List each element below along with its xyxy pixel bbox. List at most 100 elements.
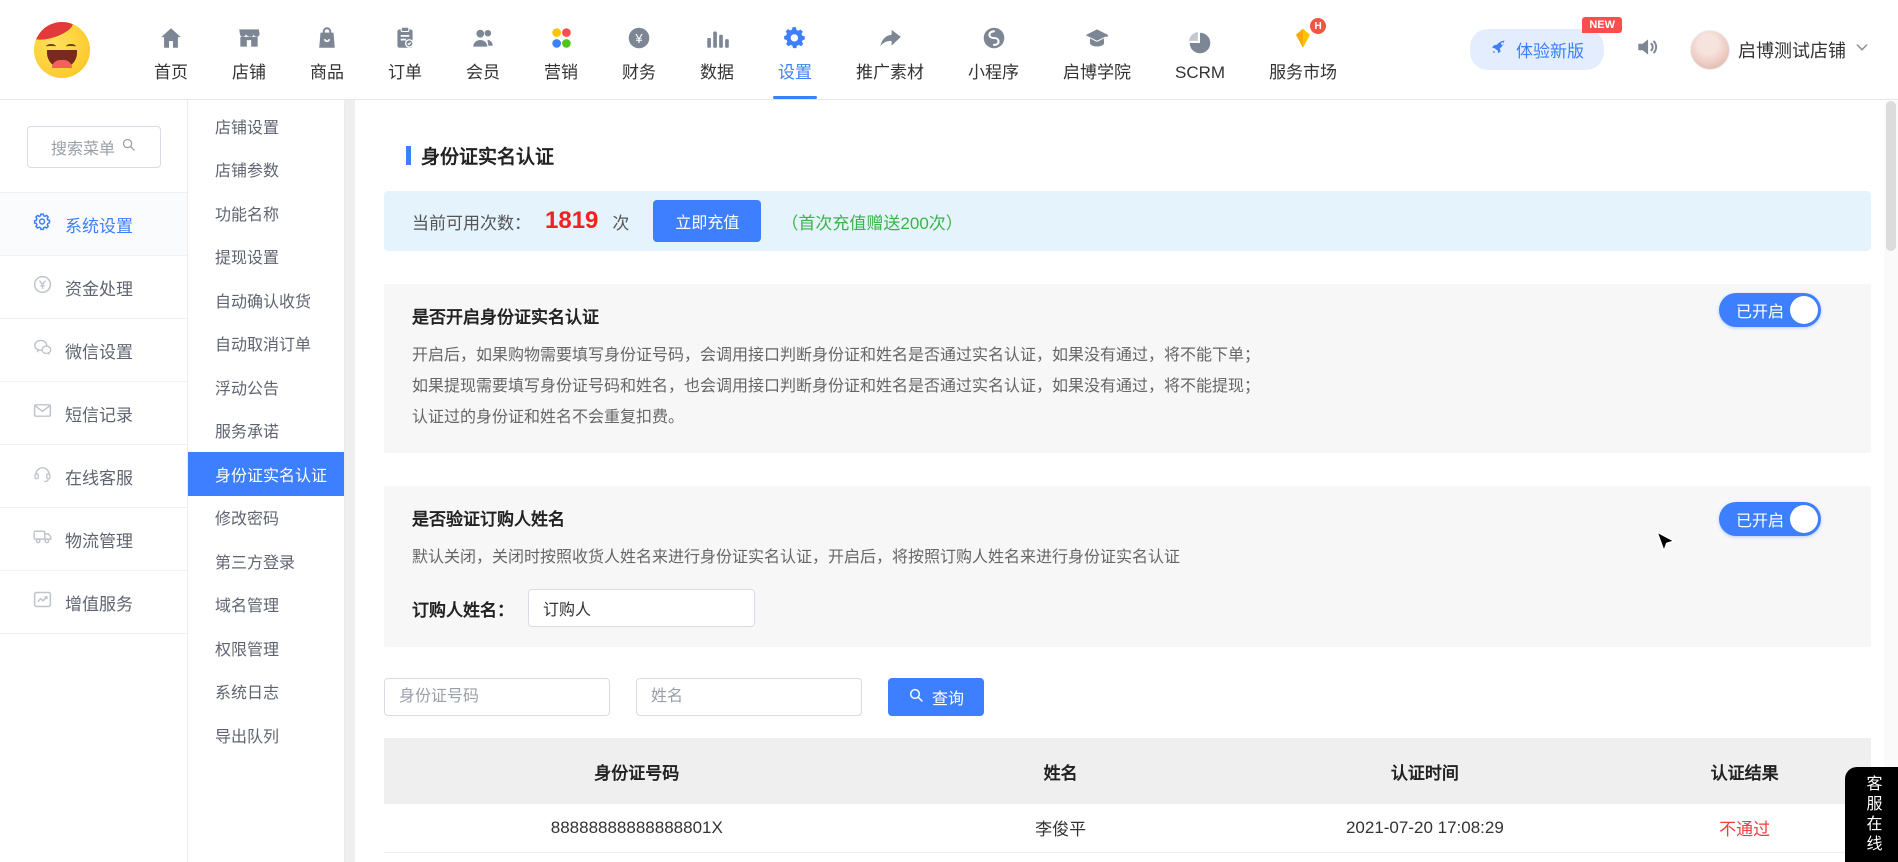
gem-h-badge: H [1310, 18, 1326, 34]
submenu-item-export-queue[interactable]: 导出队列 [188, 713, 344, 757]
nav-item-market[interactable]: H 服务市场 [1267, 7, 1339, 99]
nav-label: 财务 [622, 58, 656, 83]
quota-value: 1819 [545, 207, 598, 235]
nav-label: 营销 [544, 58, 578, 83]
submenu-item-auto-confirm[interactable]: 自动确认收货 [188, 278, 344, 322]
nav-item-academy[interactable]: 启博学院 [1061, 7, 1133, 99]
sidebar-item-label: 短信记录 [65, 401, 133, 426]
submenu-item-system-log[interactable]: 系统日志 [188, 670, 344, 714]
search-icon [908, 687, 924, 708]
nav-item-finance[interactable]: ¥ 财务 [620, 7, 658, 99]
submenu-item-service-promise[interactable]: 服务承诺 [188, 409, 344, 453]
section-enable-verification: 是否开启身份证实名认证 开启后，如果购物需要填写身份证号码，会调用接口判断身份证… [384, 284, 1871, 453]
submenu-item-domain[interactable]: 域名管理 [188, 583, 344, 627]
sidebar-item-logistics[interactable]: 物流管理 [0, 508, 187, 571]
finance-yen-icon: ¥ [626, 25, 652, 51]
market-gem-icon: H [1290, 25, 1316, 51]
page-scrollbar[interactable] [1884, 101, 1898, 862]
experience-new-button[interactable]: 体验新版 NEW [1470, 29, 1604, 70]
members-icon [470, 25, 496, 51]
cell-result: 不通过 [1618, 852, 1871, 862]
nav-item-orders[interactable]: 订单 [386, 7, 424, 99]
query-button[interactable]: 查询 [888, 678, 984, 716]
nav-label: 服务市场 [1269, 58, 1337, 83]
nav-item-store[interactable]: 店铺 [230, 7, 268, 99]
submenu-item-id-verification[interactable]: 身份证实名认证 [188, 452, 344, 496]
experience-new-label: 体验新版 [1516, 37, 1584, 62]
speaker-icon[interactable] [1634, 34, 1660, 65]
nav-item-data[interactable]: 数据 [698, 7, 736, 99]
quota-banner: 当前可用次数： 1819 次 立即充值 （首次充值赠送200次） [384, 191, 1871, 251]
submenu-item-withdraw-settings[interactable]: 提现设置 [188, 235, 344, 279]
sidebar-item-online-service[interactable]: 在线客服 [0, 445, 187, 508]
store-name-label: 启博测试店铺 [1738, 37, 1846, 63]
nav-item-home[interactable]: 首页 [152, 7, 190, 99]
avatar [1690, 30, 1730, 70]
cell-id-number: 88888888888888801X [384, 804, 890, 852]
table-row: 340823197002212540 该会员 2021-07-20 09:55:… [384, 852, 1871, 862]
customer-service-badge[interactable]: 客服在线 [1845, 767, 1898, 862]
enable-verification-toggle[interactable]: 已开启 [1719, 293, 1821, 327]
header-time: 认证时间 [1232, 738, 1619, 804]
sidebar-item-sms[interactable]: 短信记录 [0, 382, 187, 445]
recharge-button[interactable]: 立即充值 [653, 200, 761, 242]
toggle-knob [1790, 505, 1818, 533]
section-purchaser-name: 是否验证订购人姓名 默认关闭，关闭时按照收货人姓名来进行身份证实名认证，开启后，… [384, 486, 1871, 647]
menu-search-input[interactable]: 搜索菜单 [27, 126, 161, 168]
nav-item-settings[interactable]: 设置 [776, 7, 814, 99]
nav-item-promo[interactable]: 推广素材 [854, 7, 926, 99]
nav-item-members[interactable]: 会员 [464, 7, 502, 99]
settings-submenu: 店铺设置 店铺参数 功能名称 提现设置 自动确认收货 自动取消订单 浮动公告 服… [188, 100, 345, 862]
submenu-item-third-party-login[interactable]: 第三方登录 [188, 539, 344, 583]
name-input[interactable] [636, 678, 862, 716]
yen-circle-icon [32, 274, 53, 300]
sidebar-item-label: 系统设置 [65, 212, 133, 237]
account-menu[interactable]: 启博测试店铺 [1690, 30, 1870, 70]
value-chart-icon [32, 589, 53, 615]
page-title: 身份证实名认证 [406, 142, 1871, 169]
cell-time: 2021-07-20 17:08:29 [1232, 804, 1619, 852]
scrm-pie-icon [1187, 30, 1213, 56]
submenu-item-permissions[interactable]: 权限管理 [188, 626, 344, 670]
goods-bag-icon [314, 25, 340, 51]
sidebar-item-label: 物流管理 [65, 527, 133, 552]
cell-result: 不通过 [1618, 804, 1871, 852]
nav-label: 启博学院 [1063, 58, 1131, 83]
nav-label: 小程序 [968, 58, 1019, 83]
cell-name: 李俊平 [890, 804, 1232, 852]
sidebar-item-label: 资金处理 [65, 275, 133, 300]
nav-label: 商品 [310, 58, 344, 83]
nav-label: 推广素材 [856, 58, 924, 83]
sidebar-item-system-settings[interactable]: 系统设置 [0, 193, 187, 256]
sidebar-item-label: 微信设置 [65, 338, 133, 363]
nav-label: 订单 [388, 58, 422, 83]
sidebar-item-funds[interactable]: 资金处理 [0, 256, 187, 319]
section-desc-line: 开启后，如果购物需要填写身份证号码，会调用接口判断身份证和姓名是否通过实名认证，… [412, 340, 1843, 371]
nav-label: 设置 [778, 58, 812, 83]
header-id-number: 身份证号码 [384, 738, 890, 804]
cell-time: 2021-07-20 09:55:56 [1232, 852, 1619, 862]
content-card: 身份证实名认证 当前可用次数： 1819 次 立即充值 （首次充值赠送200次）… [355, 100, 1898, 862]
submenu-item-floating-notice[interactable]: 浮动公告 [188, 365, 344, 409]
quota-unit: 次 [612, 209, 629, 234]
submenu-item-feature-names[interactable]: 功能名称 [188, 191, 344, 235]
record-search-row: 查询 [384, 678, 1871, 716]
nav-item-scrm[interactable]: SCRM [1173, 12, 1227, 99]
app-logo[interactable] [34, 22, 90, 78]
settings-gear-icon [782, 25, 808, 51]
purchaser-name-toggle[interactable]: 已开启 [1719, 502, 1821, 536]
id-number-input[interactable] [384, 678, 610, 716]
submenu-item-auto-cancel[interactable]: 自动取消订单 [188, 322, 344, 366]
promo-share-icon [877, 25, 903, 51]
miniprogram-icon [981, 25, 1007, 51]
chevron-down-icon [1854, 39, 1870, 60]
nav-item-miniprogram[interactable]: 小程序 [966, 7, 1021, 99]
sidebar-item-value-added[interactable]: 增值服务 [0, 571, 187, 634]
submenu-item-change-password[interactable]: 修改密码 [188, 496, 344, 540]
sidebar-item-wechat[interactable]: 微信设置 [0, 319, 187, 382]
nav-item-marketing[interactable]: 营销 [542, 7, 580, 99]
submenu-item-shop-settings[interactable]: 店铺设置 [188, 104, 344, 148]
nav-item-goods[interactable]: 商品 [308, 7, 346, 99]
submenu-item-shop-params[interactable]: 店铺参数 [188, 148, 344, 192]
purchaser-name-input[interactable] [528, 589, 755, 627]
